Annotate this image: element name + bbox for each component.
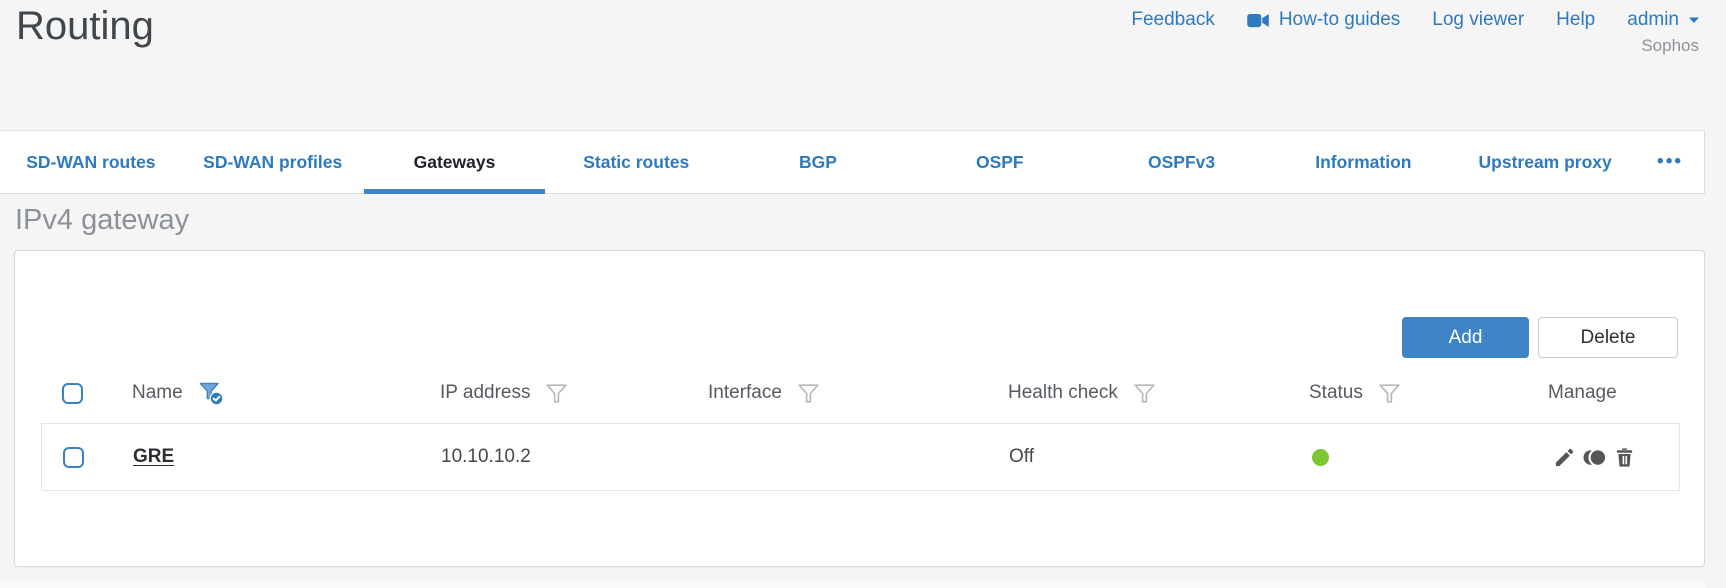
add-button[interactable]: Add <box>1402 317 1529 358</box>
gateway-table-card: Add Delete Name IP address Interface Hea… <box>14 250 1705 567</box>
header-links: Feedback How-to guides Log viewer Help a… <box>1131 9 1700 31</box>
column-header-interface: Interface <box>708 381 1008 406</box>
chevron-down-icon <box>1688 16 1700 24</box>
tab-sd-wan-routes[interactable]: SD-WAN routes <box>0 131 182 193</box>
gateway-health-check: Off <box>1009 446 1034 467</box>
howto-guides-label: How-to guides <box>1278 9 1401 30</box>
log-viewer-label: Log viewer <box>1432 9 1525 30</box>
row-checkbox[interactable] <box>63 446 84 468</box>
help-label: Help <box>1556 9 1596 30</box>
column-header-status: Status <box>1309 381 1548 406</box>
tab-information[interactable]: Information <box>1272 131 1454 193</box>
table-row: GRE 10.10.10.2 Off <box>41 423 1680 491</box>
table-header-row: Name IP address Interface Health check S… <box>41 363 1680 423</box>
gateway-name-link[interactable]: GRE <box>133 446 174 467</box>
feedback-link-label: Feedback <box>1131 9 1215 30</box>
column-header-health-check: Health check <box>1008 381 1309 406</box>
horizontal-scroll-track[interactable] <box>0 580 1705 588</box>
log-viewer-link[interactable]: Log viewer <box>1432 9 1524 31</box>
tab-ospf[interactable]: OSPF <box>909 131 1091 193</box>
column-header-manage: Manage <box>1548 382 1680 404</box>
tab-upstream-proxy[interactable]: Upstream proxy <box>1454 131 1636 193</box>
gateway-ip-address: 10.10.10.2 <box>441 446 531 467</box>
filter-icon[interactable] <box>1132 381 1157 406</box>
tab-ospfv3[interactable]: OSPFv3 <box>1091 131 1273 193</box>
column-label-interface: Interface <box>708 382 782 403</box>
column-label-status: Status <box>1309 382 1363 403</box>
edit-pencil-icon[interactable] <box>1553 446 1576 469</box>
column-header-ip-address: IP address <box>440 381 708 406</box>
brand-label: Sophos <box>1641 36 1699 55</box>
gateway-table: Name IP address Interface Health check S… <box>41 363 1680 491</box>
tab-gateways[interactable]: Gateways <box>363 131 546 194</box>
filter-active-icon[interactable] <box>197 379 225 407</box>
filter-icon[interactable] <box>796 381 821 406</box>
column-label-name: Name <box>132 382 183 403</box>
filter-icon[interactable] <box>1377 381 1402 406</box>
status-up-indicator <box>1312 448 1329 466</box>
table-toolbar: Add Delete <box>1402 317 1678 358</box>
filter-icon[interactable] <box>544 381 569 406</box>
clone-icon[interactable] <box>1582 446 1607 469</box>
howto-guides-link[interactable]: How-to guides <box>1247 9 1400 31</box>
tab-bgp[interactable]: BGP <box>727 131 909 193</box>
page-title: Routing <box>16 4 154 48</box>
column-label-ip-address: IP address <box>440 382 531 403</box>
section-title: IPv4 gateway <box>15 204 190 236</box>
column-header-name: Name <box>132 379 440 407</box>
select-all-checkbox[interactable] <box>62 382 83 404</box>
video-camera-icon <box>1247 13 1270 28</box>
user-menu[interactable]: admin <box>1627 9 1700 31</box>
column-label-health-check: Health check <box>1008 382 1118 403</box>
tab-sd-wan-profiles[interactable]: SD-WAN profiles <box>182 131 364 193</box>
delete-trash-icon[interactable] <box>1613 446 1636 469</box>
tab-static-routes[interactable]: Static routes <box>545 131 727 193</box>
tab-bar: SD-WAN routes SD-WAN profiles Gateways S… <box>0 130 1705 194</box>
feedback-link[interactable]: Feedback <box>1131 9 1214 31</box>
delete-button[interactable]: Delete <box>1538 317 1678 358</box>
column-label-manage: Manage <box>1548 382 1617 403</box>
user-menu-label: admin <box>1627 9 1679 30</box>
manage-cell <box>1549 446 1679 469</box>
more-tabs-button[interactable]: ••• <box>1636 131 1704 193</box>
help-link[interactable]: Help <box>1556 9 1595 31</box>
